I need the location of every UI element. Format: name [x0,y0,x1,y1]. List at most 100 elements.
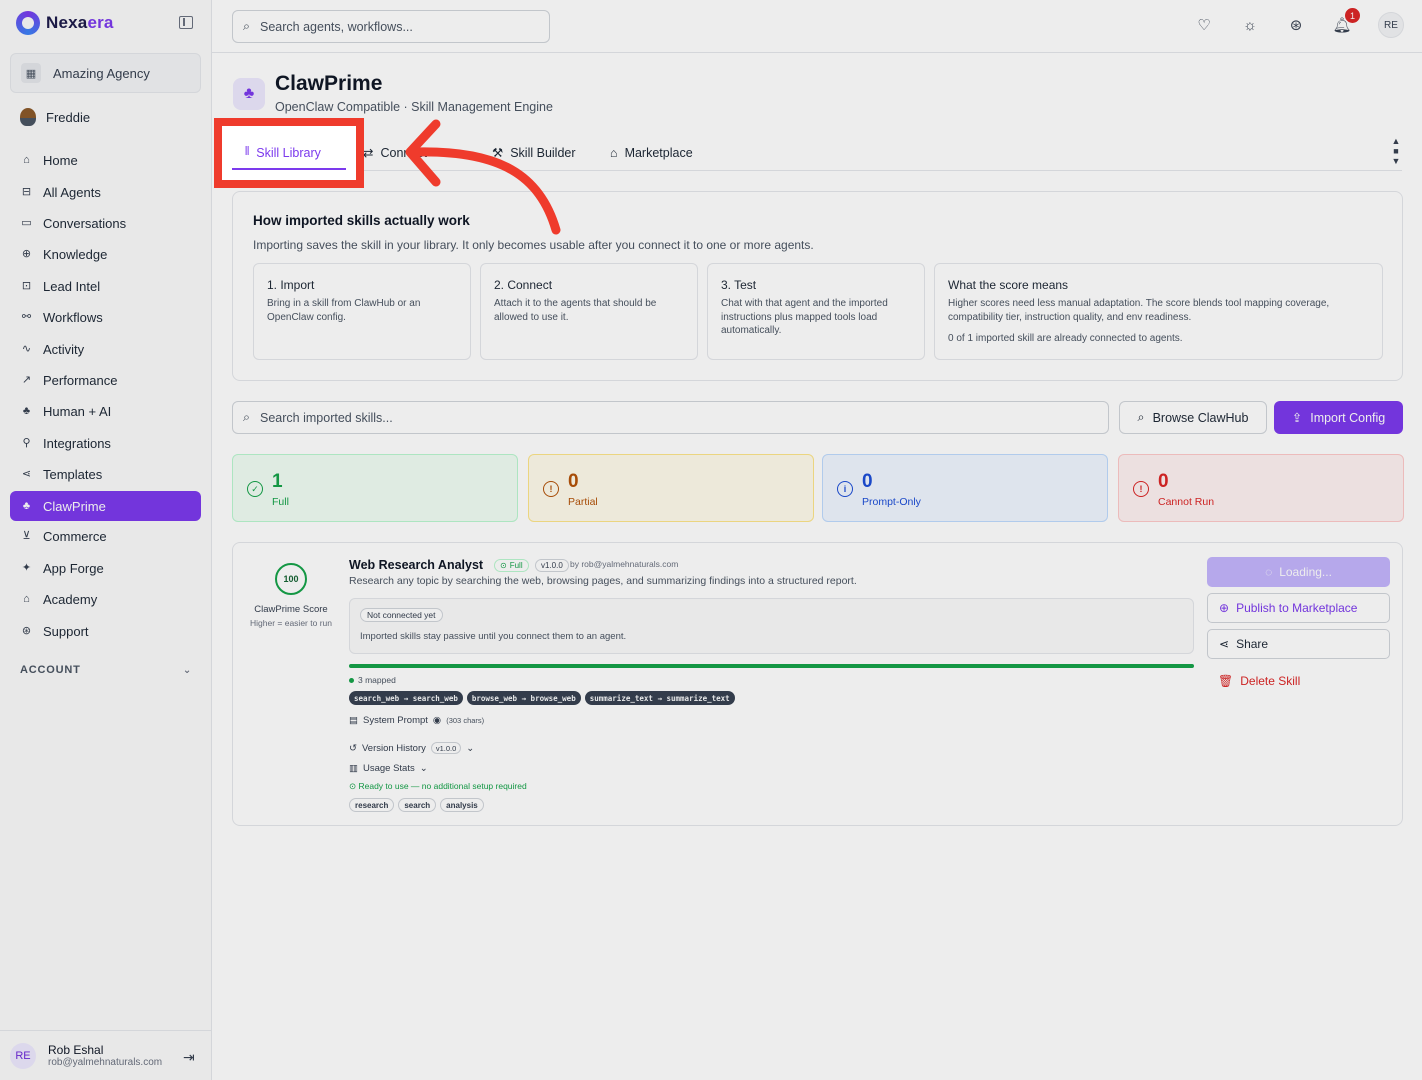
brain-icon: ⊕ [21,248,32,261]
logout-icon[interactable]: ⇥ [183,1049,195,1066]
eye-icon[interactable]: ◉ [433,715,441,726]
sidebar-collapse-icon[interactable] [179,16,193,29]
system-prompt-label: System Prompt [362,715,428,726]
footer-avatar[interactable]: RE [10,1042,36,1069]
step-test: 3. Test Chat with that agent and the imp… [707,263,925,360]
trash-icon: 🗑︎ [1218,674,1234,688]
sidebar-item-app-forge[interactable]: ✦ App Forge [10,553,201,584]
skill-search-input[interactable]: ⌕ Search imported skills... [232,401,1109,434]
step-import: 1. Import Bring in a skill from ClawHub … [253,263,471,360]
current-user-name: Freddie [46,109,91,125]
stat-cannot-run-card[interactable]: ! 0 Cannot Run [1118,454,1404,522]
stat-value: 1 [272,471,283,492]
sidebar-item-activity[interactable]: ∿ Activity [10,333,201,364]
global-search-placeholder: Search agents, workflows... [260,19,413,34]
sidebar-item-label: Lead Intel [43,278,101,294]
sidebar-item-label: Workflows [43,310,103,326]
history-icon: ↺ [349,742,357,754]
skill-tag[interactable]: research [349,798,395,812]
chevron-down-icon: ⌄ [466,742,475,754]
chat-icon: ▭ [21,216,32,229]
sidebar-item-academy[interactable]: ⌂ Academy [10,584,201,615]
skill-name[interactable]: Web Research Analyst [349,558,483,572]
tool-mapping-pill: browse_web → browse_web [466,691,581,705]
skill-author: by rob@yalmehnaturals.com [570,559,679,569]
version-history-toggle[interactable]: ↺ Version History v1.0.0 ⌄ [349,742,474,754]
sidebar-item-integrations[interactable]: ⚲ Integrations [10,428,201,459]
sidebar-item-label: Conversations [43,215,127,231]
tab-marketplace[interactable]: ⌂ Marketplace [610,134,693,171]
help-lifebuoy-icon[interactable]: ⊛ [1286,15,1306,35]
sidebar-item-human-ai[interactable]: ♣ Human + AI [10,396,201,427]
tab-label: Skill Builder [510,145,576,160]
notification-badge: 1 [1345,8,1360,23]
publish-to-marketplace-button[interactable]: ⊕ Publish to Marketplace [1207,593,1390,623]
sidebar-item-label: Performance [43,372,118,388]
import-config-button[interactable]: ⇪ Import Config [1274,401,1403,434]
connection-status-badge: Not connected yet [360,608,443,622]
loading-button[interactable]: ◌ Loading... [1207,557,1390,587]
sidebar-item-label: Knowledge [43,247,108,263]
stat-partial-card[interactable]: ! 0 Partial [528,454,814,522]
share-button[interactable]: ⋖ Share [1207,629,1390,659]
step-title: What the score means [948,278,1069,292]
skill-tag[interactable]: analysis [440,798,484,812]
step-title: 1. Import [267,278,315,292]
browse-clawhub-button[interactable]: ⌕ Browse ClawHub [1119,401,1267,434]
check-circle-icon: ⊙ [500,561,507,570]
how-it-works-card: How imported skills actually work Import… [232,191,1403,381]
sidebar-item-all-agents[interactable]: ⊟ All Agents [10,176,201,207]
brand-logo[interactable]: Nexaera [16,10,114,36]
mapped-count: 3 mapped [349,675,396,685]
sidebar-item-support[interactable]: ⊛ Support [10,615,201,646]
sidebar-item-knowledge[interactable]: ⊕ Knowledge [10,239,201,270]
tool-mapping-pill: search_web → search_web [349,691,463,705]
tool-mappings: search_web → search_web browse_web → brow… [349,691,735,705]
score-explainer: What the score means Higher scores need … [934,263,1383,360]
tab-label: Connect [380,145,428,160]
sidebar-item-workflows[interactable]: ⚯ Workflows [10,302,201,333]
sun-icon[interactable]: ☼ [1240,15,1260,35]
agency-switcher[interactable]: ▦ Amazing Agency [10,53,201,93]
top-user-avatar[interactable]: RE [1378,12,1404,38]
tab-scroll-control[interactable]: ▲ ■ ▼ [1390,136,1402,166]
sidebar: Nexaera ▦ Amazing Agency Freddie ⌂ Home ⊟ A… [0,0,212,1080]
agency-name: Amazing Agency [53,65,150,81]
stat-full-card[interactable]: ✓ 1 Full [232,454,518,522]
activity-icon: ∿ [21,342,32,355]
clawprime-header-icon: ♣ [233,78,265,110]
delete-skill-button[interactable]: 🗑︎ Delete Skill [1207,666,1390,696]
sidebar-item-lead-intel[interactable]: ⊡ Lead Intel [10,271,201,302]
skill-card: 100 ClawPrime Score Higher = easier to r… [232,542,1403,826]
sidebar-item-conversations[interactable]: ▭ Conversations [10,208,201,239]
connection-status-text: Imported skills stay passive until you c… [360,631,627,642]
sidebar-item-label: ClawPrime [43,498,106,514]
step-title: 3. Test [721,278,757,292]
store-icon: ⌂ [610,145,618,160]
global-search-input[interactable]: ⌕ Search agents, workflows... [232,10,550,43]
usage-stats-label: Usage Stats [362,763,415,774]
tab-skill-builder[interactable]: ⚒ Skill Builder [492,134,576,171]
sidebar-item-commerce[interactable]: ⊻ Commerce [10,521,201,552]
bell-icon[interactable]: 🔔︎ 1 [1332,8,1360,35]
search-icon: ⌕ [1137,410,1145,424]
sidebar-item-label: All Agents [43,184,101,200]
skill-tag[interactable]: search [398,798,437,812]
system-prompt-toggle[interactable]: ▤ System Prompt ◉ (303 chars) [349,715,484,726]
sidebar-item-clawprime[interactable]: ♣ ClawPrime [10,491,201,522]
sidebar-item-home[interactable]: ⌂ Home [10,145,201,176]
sidebar-item-performance[interactable]: ↗ Performance [10,365,201,396]
usage-stats-toggle[interactable]: ▥ Usage Stats ⌄ [349,763,428,774]
clawprime-score-ring: 100 [275,563,307,595]
step-title: 2. Connect [494,278,553,292]
trending-icon: ↗ [21,373,32,386]
heart-icon[interactable]: ♡ [1194,15,1214,35]
account-section-toggle[interactable]: ACCOUNT ⌄ [20,664,192,676]
sidebar-nav: ⌂ Home ⊟ All Agents ▭ Conversations ⊕ Knowledge… [10,145,201,647]
footer-user-name: Rob Eshal [48,1043,104,1057]
stat-prompt-only-card[interactable]: i 0 Prompt-Only [822,454,1108,522]
current-user[interactable]: Freddie [20,108,90,126]
tab-connect[interactable]: ⇄ Connect [363,134,427,171]
building-icon: ▦ [21,63,41,83]
sidebar-item-templates[interactable]: ⋖ Templates [10,459,201,490]
